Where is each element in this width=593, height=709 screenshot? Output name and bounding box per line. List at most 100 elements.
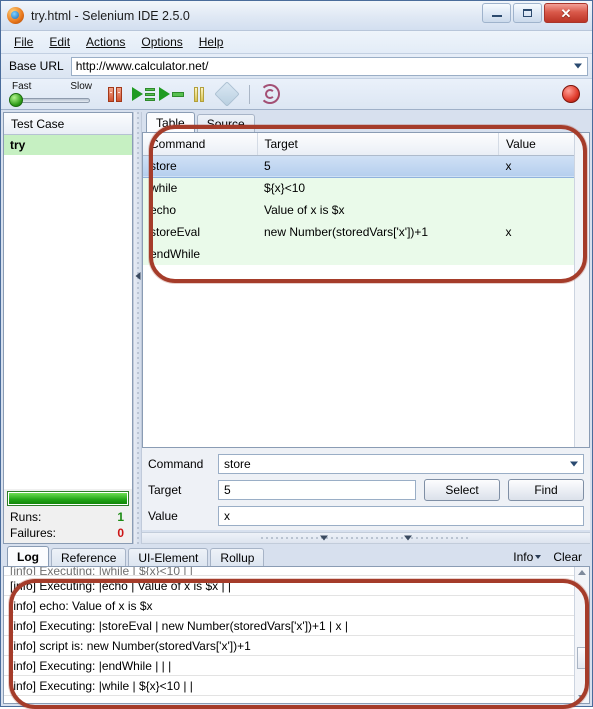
log-line: [info] Executing: |storeEval | new Numbe…: [4, 616, 589, 636]
target-input[interactable]: 5: [218, 480, 416, 500]
editor-tabs: Table Source: [142, 112, 590, 132]
log-scrollbar[interactable]: [574, 567, 589, 703]
column-header-target[interactable]: Target: [257, 133, 499, 156]
select-button[interactable]: Select: [424, 479, 500, 501]
menu-item-file[interactable]: File: [7, 33, 40, 51]
menu-file-label: File: [14, 35, 34, 49]
toolbar-separator: [249, 84, 250, 104]
log-line: [info] Executing: |while | ${x}<10 | |: [4, 567, 589, 576]
tab-source[interactable]: Source: [196, 114, 255, 132]
chevron-down-icon[interactable]: [570, 461, 578, 467]
table-row[interactable]: echo Value of x is $x: [143, 199, 589, 221]
play-step-icon: [158, 87, 184, 101]
log-toolbar: Info Clear: [513, 550, 582, 564]
runs-label: Runs:: [10, 510, 42, 524]
tab-source-label: Source: [206, 116, 245, 131]
tab-rollup[interactable]: Rollup: [210, 548, 265, 566]
failures-label: Failures:: [10, 526, 57, 540]
target-label: Target: [148, 483, 182, 497]
menu-item-help[interactable]: Help: [192, 33, 231, 51]
window-controls: ✕: [482, 3, 588, 23]
log-output[interactable]: [info] Executing: |while | ${x}<10 | | […: [3, 566, 590, 704]
cell-command: echo: [150, 203, 177, 217]
log-level-label: Info: [513, 550, 534, 564]
play-current-test-case-button[interactable]: [130, 82, 156, 106]
slider-track[interactable]: [13, 98, 90, 103]
cell-target: [257, 243, 499, 265]
speed-labels: Fast Slow: [12, 81, 92, 92]
menu-help-label: Help: [198, 35, 224, 49]
slider-knob[interactable]: [9, 93, 23, 107]
value-input[interactable]: x: [218, 506, 584, 526]
command-table-body: store 5 x while ${x}<10 echo Value of x …: [143, 155, 589, 265]
value-label: Value: [148, 509, 178, 523]
tab-log[interactable]: Log: [7, 546, 49, 566]
menu-item-edit[interactable]: Edit: [42, 33, 77, 51]
play-single-step-button[interactable]: [158, 82, 184, 106]
command-input[interactable]: store: [218, 454, 584, 474]
splitter-collapse-arrow-icon[interactable]: [135, 272, 140, 280]
target-row: Target 5 Select Find: [148, 479, 584, 501]
step-icon: [214, 81, 240, 107]
clear-log-button[interactable]: Clear: [553, 550, 582, 564]
log-scrollbar-thumb[interactable]: [576, 647, 588, 669]
command-table-header-row: Command Target Value: [143, 133, 589, 156]
column-header-command[interactable]: Command: [143, 133, 258, 156]
find-button[interactable]: Find: [508, 479, 584, 501]
table-row[interactable]: endWhile: [143, 243, 589, 265]
cell-target: ${x}<10: [264, 181, 306, 196]
command-table: Command Target Value store 5 x while ${x…: [143, 133, 589, 265]
tab-rollup-label: Rollup: [220, 550, 255, 565]
tab-ui-element-label: UI-Element: [138, 550, 199, 565]
horizontal-splitter[interactable]: [142, 532, 590, 544]
cell-command: store: [150, 159, 177, 173]
log-line: [info] Executing: |while | ${x}<10 | |: [4, 676, 589, 696]
pause-resume-button[interactable]: [186, 82, 212, 106]
test-case-item-try[interactable]: try: [4, 135, 132, 155]
log-line: [info] Executing: |echo | Value of x is …: [4, 576, 589, 596]
test-case-pane: Test Case try Runs: 1 Failures: 0: [3, 112, 133, 544]
menu-item-actions[interactable]: Actions: [79, 33, 132, 51]
menu-actions-label: Actions: [86, 35, 126, 49]
command-row: Command store: [148, 454, 584, 474]
cell-command: storeEval: [150, 225, 201, 239]
command-table-head: Command Target Value: [143, 133, 589, 156]
command-table-empty-space[interactable]: [143, 265, 589, 447]
table-row[interactable]: store 5 x: [143, 155, 589, 177]
splitter-collapse-arrow-right-icon[interactable]: [404, 535, 412, 541]
maximize-button[interactable]: [513, 3, 542, 23]
step-button[interactable]: [214, 81, 240, 107]
base-url-input[interactable]: http://www.calculator.net/: [70, 56, 588, 76]
scroll-up-icon[interactable]: [578, 570, 586, 575]
editor-pane: Table Source Command Target Value store: [142, 112, 590, 544]
close-button[interactable]: ✕: [544, 3, 588, 23]
cell-command: while: [150, 181, 178, 196]
selenium-ide-window: try.html - Selenium IDE 2.5.0 ✕ File Edi…: [0, 0, 593, 709]
apply-rollup-rules-button[interactable]: [257, 82, 283, 106]
tab-reference[interactable]: Reference: [51, 548, 127, 566]
record-button[interactable]: [562, 85, 580, 103]
run-status-panel: Runs: 1 Failures: 0: [4, 489, 132, 543]
table-row[interactable]: while ${x}<10: [143, 177, 589, 199]
tab-ui-element[interactable]: UI-Element: [128, 548, 209, 566]
splitter-grip-dots: [137, 112, 138, 544]
scroll-down-icon[interactable]: [578, 695, 586, 700]
value-input-value: x: [224, 509, 230, 523]
command-table-scrollbar[interactable]: [574, 133, 589, 447]
table-row[interactable]: storeEval new Number(storedVars['x'])+1 …: [143, 221, 589, 243]
menu-edit-label: Edit: [49, 35, 71, 49]
vertical-splitter[interactable]: [133, 112, 142, 544]
play-entire-suite-button[interactable]: [102, 82, 128, 106]
minimize-icon: [491, 15, 502, 17]
menu-item-options[interactable]: Options: [134, 33, 189, 51]
tab-table[interactable]: Table: [146, 112, 195, 132]
splitter-grip-dots: [261, 537, 471, 539]
execution-speed-slider[interactable]: Fast Slow: [9, 81, 92, 107]
suite-icon: [108, 86, 122, 102]
chevron-down-icon[interactable]: [574, 63, 582, 69]
target-input-value: 5: [224, 483, 231, 497]
main-split-area: Test Case try Runs: 1 Failures: 0 Table …: [1, 110, 592, 544]
log-level-dropdown[interactable]: Info: [513, 550, 542, 564]
splitter-collapse-arrow-left-icon[interactable]: [320, 535, 328, 541]
minimize-button[interactable]: [482, 3, 511, 23]
